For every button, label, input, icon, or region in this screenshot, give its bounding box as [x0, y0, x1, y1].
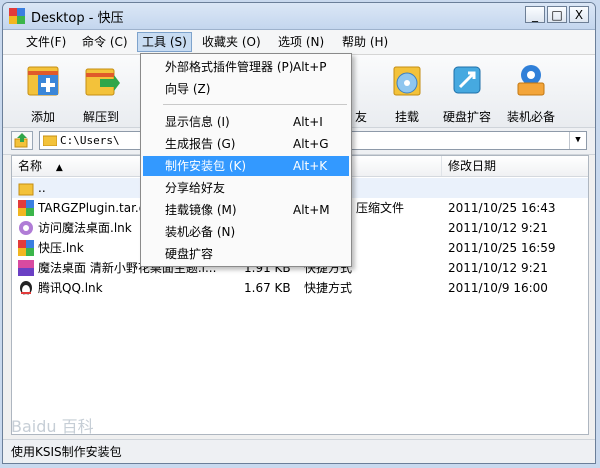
shortcut-file-icon [19, 221, 33, 235]
theme-shortcut-icon [18, 260, 34, 276]
menu-item-shortcut: Alt+I [293, 115, 323, 129]
file-date: 2011/10/9 16:00 [448, 281, 548, 295]
menu-item-label: 分享给好友 [165, 181, 226, 195]
menu-bar: 文件(F) 命令 (C) 工具 (S) 收藏夹 (O) 选项 (N) 帮助 (H… [3, 30, 595, 55]
close-button[interactable]: X [569, 6, 589, 23]
kuaiya-app-icon [9, 8, 25, 24]
tools-menu-dropdown: 外部格式插件管理器 (P) Alt+P 向导 (Z) 显示信息 (I) Alt+… [140, 53, 352, 267]
menu-item-wizard[interactable]: 向导 (Z) [143, 79, 349, 99]
disk-expand-icon [453, 66, 481, 94]
up-folder-button[interactable] [11, 131, 33, 150]
watermark: Baidu 百科 [11, 417, 94, 436]
file-type: 快捷方式 [304, 281, 353, 295]
menu-item-plugin-manager[interactable]: 外部格式插件管理器 (P) Alt+P [143, 57, 349, 77]
window-title: Desktop - 快压 [31, 11, 124, 26]
address-dropdown-icon[interactable]: ▼ [569, 132, 586, 149]
maximize-button[interactable]: □ [547, 6, 567, 23]
file-row[interactable]: 腾讯QQ.lnk 1.67 KB 快捷方式 2011/10/9 16:00 [12, 278, 588, 298]
file-date: 2011/10/12 9:21 [448, 261, 548, 275]
menu-item-label: 装机必备 (N) [165, 225, 236, 239]
menu-options[interactable]: 选项 (N) [273, 33, 329, 51]
menu-item-show-info[interactable]: 显示信息 (I) Alt+I [143, 112, 349, 132]
file-size: 1.67 KB [244, 281, 291, 295]
menu-item-label: 硬盘扩容 [165, 247, 214, 261]
install-essentials-label: 装机必备 [506, 110, 555, 124]
extract-label: 解压到 [82, 110, 119, 124]
install-essentials-icon [517, 65, 545, 96]
menu-item-report[interactable]: 生成报告 (G) Alt+G [143, 134, 349, 154]
menu-command[interactable]: 命令 (C) [77, 33, 133, 51]
menu-help[interactable]: 帮助 (H) [337, 33, 393, 51]
menu-item-label: 制作安装包 (K) [165, 159, 247, 173]
column-name-label: 名称 [18, 159, 43, 173]
install-essentials-button[interactable]: 装机必备 [503, 61, 559, 124]
menu-item-label: 外部格式插件管理器 (P) [165, 60, 294, 74]
folder-icon [43, 135, 57, 146]
up-arrow-icon [14, 133, 28, 148]
extract-button[interactable]: 解压到 [73, 61, 129, 124]
file-name: 访问魔法桌面.lnk [38, 221, 132, 235]
minimize-button[interactable]: _ [525, 6, 545, 23]
column-modified[interactable]: 修改日期 [442, 156, 590, 176]
menu-item-make-installer[interactable]: 制作安装包 (K) Alt+K [143, 156, 349, 176]
file-name: 快压.lnk [38, 241, 84, 255]
archive-file-icon [18, 200, 34, 216]
menu-item-label: 生成报告 (G) [165, 137, 236, 151]
parent-folder-icon [18, 183, 34, 196]
file-name: TARGZPlugin.tar.g [38, 201, 147, 215]
menu-item-shortcut: Alt+G [293, 137, 329, 151]
address-value: C:\Users\ [60, 134, 120, 147]
mount-label: 挂载 [394, 110, 419, 124]
column-modified-label: 修改日期 [448, 159, 497, 173]
extract-icon [85, 68, 120, 96]
menu-item-shortcut: Alt+M [293, 203, 330, 217]
qq-penguin-icon [20, 281, 32, 295]
file-name: .. [38, 181, 46, 195]
add-button[interactable]: 添加 [15, 61, 71, 124]
add-label: 添加 [30, 110, 55, 124]
menu-item-label: 向导 (Z) [165, 82, 211, 96]
mount-button[interactable]: 挂载 [379, 61, 435, 124]
file-date: 2011/10/25 16:43 [448, 201, 556, 215]
title-bar[interactable]: Desktop - 快压 _ □ X [3, 3, 595, 30]
menu-item-shortcut: Alt+P [293, 60, 327, 74]
menu-item-label: 显示信息 (I) [165, 115, 230, 129]
menu-tools[interactable]: 工具 (S) [137, 32, 192, 52]
mount-disc-icon [393, 66, 421, 96]
menu-file[interactable]: 文件(F) [21, 33, 71, 51]
file-name: 腾讯QQ.lnk [38, 281, 103, 295]
app-window: Desktop - 快压 _ □ X 文件(F) 命令 (C) 工具 (S) 收… [2, 2, 596, 464]
menu-favorites[interactable]: 收藏夹 (O) [197, 33, 266, 51]
menu-item-label: 挂载镜像 (M) [165, 203, 237, 217]
menu-item-share[interactable]: 分享给好友 [143, 178, 349, 198]
file-date: 2011/10/25 16:59 [448, 241, 556, 255]
sort-asc-icon: ▲ [55, 163, 63, 173]
menu-item-disk-expand[interactable]: 硬盘扩容 [143, 244, 349, 264]
menu-separator [163, 104, 347, 105]
menu-item-shortcut: Alt+K [293, 159, 328, 173]
disk-expand-label: 硬盘扩容 [442, 110, 491, 124]
status-bar: 使用KSIS制作安装包 [3, 439, 595, 463]
add-archive-icon [27, 66, 59, 96]
kuaiya-shortcut-icon [18, 240, 34, 256]
file-date: 2011/10/12 9:21 [448, 221, 548, 235]
menu-item-essentials[interactable]: 装机必备 (N) [143, 222, 349, 242]
file-type: 压缩文件 [356, 201, 405, 215]
menu-item-mount-image[interactable]: 挂载镜像 (M) Alt+M [143, 200, 349, 220]
disk-expand-button[interactable]: 硬盘扩容 [439, 61, 495, 124]
